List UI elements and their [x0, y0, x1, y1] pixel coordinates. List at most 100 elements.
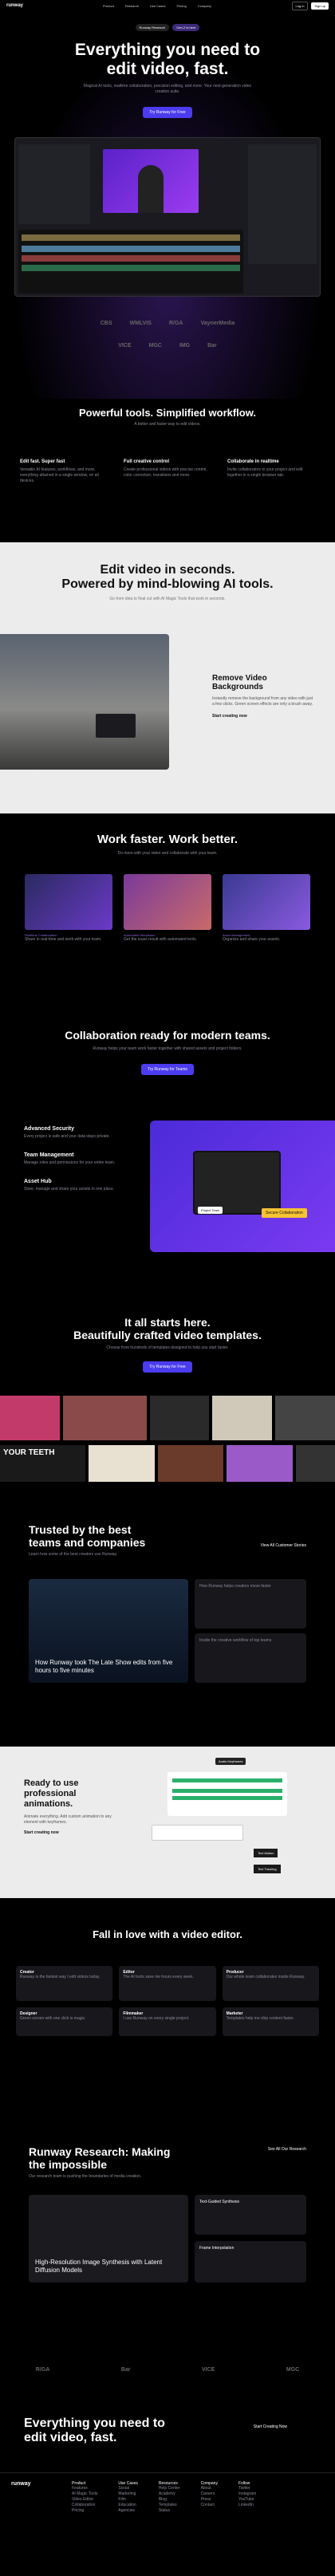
keyframe-panel: [168, 1772, 287, 1816]
quote-text-3: Our whole team collaborates inside Runwa…: [226, 1975, 305, 1979]
quote-card-5: Filmmaker I use Runway on every single pr…: [119, 2007, 216, 2036]
anim-label-1: Text Motion: [254, 1849, 278, 1857]
footer-logo[interactable]: runway: [11, 2481, 31, 2487]
footer-col-use-cases: Use Cases Social Marketing Film Education Ag…: [118, 2481, 137, 2514]
nav-research[interactable]: Research: [125, 4, 139, 8]
logo-2: WMLVIS: [129, 321, 152, 326]
template-9[interactable]: [227, 1445, 293, 1482]
template-6[interactable]: YOUR TEETH: [0, 1445, 85, 1482]
collab-item-title-2: Team Management: [24, 1152, 74, 1158]
anim-link[interactable]: Start creating now: [24, 1830, 112, 1835]
footer-link[interactable]: Film: [118, 2497, 137, 2503]
research-card-1[interactable]: High-Resolution Image Synthesis with Lat…: [29, 2195, 188, 2283]
ai-title-2: Powered by mind-blowing AI tools.: [61, 577, 274, 591]
collab-chip-label: Project Team: [201, 1208, 220, 1212]
footer-link[interactable]: LinkedIn: [238, 2503, 256, 2508]
template-4[interactable]: [212, 1396, 273, 1440]
footer-col-company: Company About Careers Press Contact: [201, 2481, 218, 2514]
templates-title-1: It all starts here.: [124, 1316, 211, 1329]
editor-sidebar: [18, 144, 90, 224]
logo-6: MGC: [148, 343, 162, 349]
work-item-2[interactable]: Automated Workflows Get the exact result …: [124, 874, 211, 943]
story-card-3[interactable]: Inside the creative workflow of top team…: [195, 1633, 306, 1683]
template-1[interactable]: [0, 1396, 60, 1440]
work-item-1[interactable]: Realtime Collaboration Share in real-time…: [25, 874, 112, 943]
login-button[interactable]: Log in: [291, 1, 309, 10]
collab-title: Collaboration ready for modern teams.: [65, 1029, 270, 1042]
template-10[interactable]: [295, 1445, 335, 1482]
collab-cta-button[interactable]: Try Runway for Teams: [141, 1064, 194, 1075]
editor-timeline: [18, 230, 243, 293]
footer-link[interactable]: Video Editor: [72, 2497, 97, 2503]
nav-company[interactable]: Company: [198, 4, 211, 8]
cta-button[interactable]: Start Creating Now: [254, 2424, 287, 2429]
testimonials-section: Fall in love with a video editor. Creato…: [0, 1906, 335, 2121]
research-card-3[interactable]: Frame Interpolation: [195, 2241, 306, 2283]
tool-text-3: Invite collaborators to your project and…: [227, 467, 303, 478]
hero-badge[interactable]: Runway Research: [135, 24, 170, 31]
templates-cta-button[interactable]: Try Runway for Free: [143, 1361, 192, 1373]
footer-link[interactable]: Features: [72, 2486, 97, 2491]
footer-link[interactable]: Press: [201, 2497, 218, 2503]
footer-link[interactable]: Social: [118, 2486, 137, 2491]
footer-link[interactable]: AI Magic Tools: [72, 2491, 97, 2497]
footer-link[interactable]: Contact: [201, 2503, 218, 2508]
collab-item-1: Advanced Security Every project is safe a…: [24, 1126, 120, 1140]
ai-title-1: Edit video in seconds.: [100, 563, 235, 577]
template-2[interactable]: [62, 1396, 147, 1440]
story-card-2[interactable]: How Runway helps creators move faster: [195, 1579, 306, 1629]
template-3[interactable]: [149, 1396, 210, 1440]
tools-title: Powerful tools. Simplified workflow.: [79, 407, 256, 419]
template-8[interactable]: [157, 1445, 223, 1482]
footer-link[interactable]: YouTube: [238, 2497, 256, 2503]
footer-link[interactable]: Education: [118, 2503, 137, 2508]
quote-card-1: Creator Runway is the fastest way I edit …: [16, 1966, 113, 2001]
research-link[interactable]: See All Our Research: [268, 2147, 306, 2152]
research-subtitle: Our research team is pushing the boundar…: [29, 2174, 142, 2179]
research-logo-1: R/GA: [35, 2367, 50, 2373]
template-7[interactable]: [89, 1445, 155, 1482]
research-card-3-title: Frame Interpolation: [199, 2246, 235, 2251]
tool-text-2: Create professional videos with precise …: [124, 467, 207, 478]
hero-cta-button[interactable]: Try Runway for Free: [143, 107, 192, 118]
work-title: Work faster. Work better.: [97, 833, 238, 846]
quote-card-6: Marketer Templates help me ship content f…: [222, 2007, 319, 2036]
footer-link[interactable]: Blog: [159, 2497, 180, 2503]
work-section: Work faster. Work better. Do more with y…: [0, 813, 335, 1013]
collab-subtitle: Runway helps your team work faster toget…: [93, 1046, 242, 1051]
trusted-link[interactable]: View All Customer Stories: [261, 1543, 306, 1548]
footer-link[interactable]: Help Center: [159, 2486, 180, 2491]
footer: runway Product Features AI Magic Tools Vid…: [0, 2472, 335, 2576]
template-5[interactable]: [275, 1396, 335, 1440]
footer-link[interactable]: Careers: [201, 2491, 218, 2497]
research-card-2[interactable]: Text-Guided Synthesis: [195, 2195, 306, 2235]
brand-logo[interactable]: runway: [6, 3, 23, 8]
work-image-2: [124, 874, 211, 930]
footer-link[interactable]: Pricing: [72, 2508, 97, 2514]
footer-link[interactable]: Marketing: [118, 2491, 137, 2497]
quote-text-6: Templates help me ship content faster.: [226, 2016, 294, 2021]
work-text-3: Organize and share your assets.: [223, 937, 281, 942]
templates-subtitle: Choose from hundreds of templates design…: [106, 1345, 229, 1350]
cta-title-1: Everything you need to: [24, 2416, 165, 2430]
footer-link[interactable]: Academy: [159, 2491, 180, 2497]
story-card[interactable]: How Runway took The Late Show edits from…: [29, 1579, 188, 1683]
signup-button[interactable]: Sign up: [311, 2, 329, 10]
footer-link[interactable]: About: [201, 2486, 218, 2491]
footer-link[interactable]: Agencies: [118, 2508, 137, 2514]
hero-badge-2[interactable]: Gen-2 is here: [172, 24, 200, 31]
nav-pricing[interactable]: Pricing: [177, 4, 187, 8]
footer-link[interactable]: Instagram: [238, 2491, 256, 2497]
footer-link[interactable]: Templates: [159, 2503, 180, 2508]
research-section: Runway Research: Making the impossible O…: [0, 2129, 335, 2385]
ai-feature-link[interactable]: Start creating now: [212, 714, 316, 719]
research-logo-strip: R/GA Bar VICE MGC: [0, 2367, 335, 2373]
work-item-3[interactable]: Asset Management Organize and share your …: [223, 874, 310, 943]
footer-link[interactable]: Status: [159, 2508, 180, 2514]
ai-subtitle: Go from idea to final cut with AI Magic …: [109, 597, 226, 601]
footer-link[interactable]: Twitter: [238, 2486, 256, 2491]
footer-link[interactable]: Collaboration: [72, 2503, 97, 2508]
work-text-2: Get the exact result with automated tool…: [124, 937, 197, 942]
nav-use-cases[interactable]: Use Cases: [150, 4, 166, 8]
nav-product[interactable]: Product: [103, 4, 114, 8]
